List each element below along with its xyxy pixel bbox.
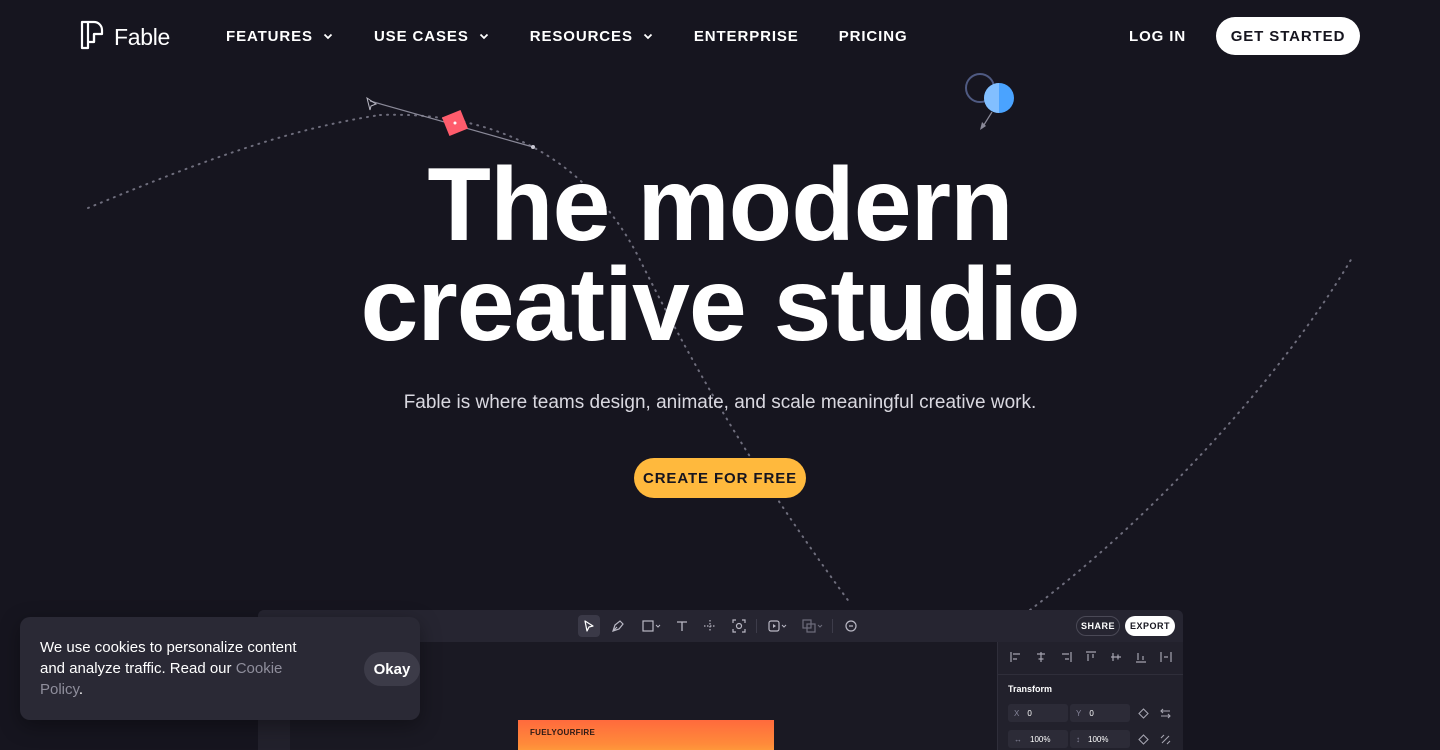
link-icon[interactable] bbox=[1158, 732, 1172, 746]
align-right-icon[interactable] bbox=[1058, 650, 1073, 664]
nav-use-cases[interactable]: USE CASES bbox=[374, 24, 490, 48]
chevron-down-icon bbox=[643, 33, 652, 40]
artboard-label: FUELYOURFIRE bbox=[530, 728, 596, 737]
brand-logo[interactable]: Fable bbox=[80, 20, 170, 55]
nav-enterprise[interactable]: ENTERPRISE bbox=[694, 24, 799, 48]
field-key: ↕ bbox=[1076, 734, 1080, 744]
export-button[interactable]: EXPORT bbox=[1125, 616, 1175, 636]
position-x-field[interactable]: X 0 bbox=[1008, 704, 1068, 722]
position-y-field[interactable]: Y 0 bbox=[1070, 704, 1130, 722]
nav-pricing-label: PRICING bbox=[838, 27, 908, 45]
properties-panel: Transform X 0 Y 0 ↔ 100% ↕ 100% bbox=[997, 642, 1183, 750]
get-started-button[interactable]: GET STARTED bbox=[1216, 17, 1360, 55]
hero-title-line-1: The modern bbox=[427, 147, 1013, 263]
nav-pricing[interactable]: PRICING bbox=[839, 24, 908, 48]
pen-icon[interactable] bbox=[607, 615, 629, 637]
play-icon[interactable] bbox=[764, 615, 792, 637]
coral-diamond-shape bbox=[441, 109, 469, 137]
hero-title: The modern creative studio bbox=[0, 147, 1440, 363]
toolbar-divider bbox=[832, 619, 833, 633]
scale-y-field[interactable]: ↕ 100% bbox=[1070, 730, 1130, 748]
panel-divider bbox=[998, 674, 1183, 675]
align-tools bbox=[1008, 650, 1173, 664]
field-key: X bbox=[1014, 708, 1020, 718]
move-icon[interactable] bbox=[699, 615, 721, 637]
align-top-icon[interactable] bbox=[1083, 650, 1098, 664]
share-button[interactable]: SHARE bbox=[1076, 616, 1120, 636]
nav-enterprise-label: ENTERPRISE bbox=[693, 27, 799, 45]
align-center-icon[interactable] bbox=[1033, 650, 1048, 664]
cookie-message: We use cookies to personalize content an… bbox=[40, 637, 320, 700]
nav-features-label: FEATURES bbox=[226, 27, 313, 45]
rotate-icon[interactable] bbox=[1136, 706, 1150, 720]
transform-section-title: Transform bbox=[1008, 684, 1053, 694]
field-key: Y bbox=[1076, 708, 1082, 718]
field-key: ↔ bbox=[1014, 734, 1022, 744]
site-header: Fable FEATURES USE CASES RESOURCES ENTER… bbox=[0, 0, 1440, 72]
field-value: 0 bbox=[1027, 708, 1032, 718]
field-value: 0 bbox=[1089, 708, 1094, 718]
fable-logo-icon bbox=[80, 20, 104, 55]
distribute-icon[interactable] bbox=[1158, 650, 1173, 664]
nav-features[interactable]: FEATURES bbox=[226, 24, 334, 48]
nav-resources-label: RESOURCES bbox=[529, 27, 633, 45]
text-icon[interactable] bbox=[671, 615, 693, 637]
log-in-link[interactable]: LOG IN bbox=[1129, 24, 1186, 48]
flip-icon[interactable] bbox=[1158, 706, 1172, 720]
artboard-preview[interactable]: FUELYOURFIRE bbox=[518, 720, 774, 750]
shapes-icon[interactable] bbox=[798, 615, 828, 637]
rectangle-icon[interactable] bbox=[636, 615, 666, 637]
select-cursor-icon[interactable] bbox=[578, 615, 600, 637]
nav-use-cases-label: USE CASES bbox=[373, 27, 469, 45]
align-middle-icon[interactable] bbox=[1108, 650, 1123, 664]
toolbar-divider bbox=[756, 619, 757, 633]
main-nav: FEATURES USE CASES RESOURCES ENTERPRISE … bbox=[226, 24, 948, 48]
focus-icon[interactable] bbox=[728, 615, 750, 637]
hero-subtitle: Fable is where teams design, animate, an… bbox=[403, 392, 1037, 413]
hero-title-line-2: creative studio bbox=[360, 247, 1080, 363]
nav-resources[interactable]: RESOURCES bbox=[530, 24, 654, 48]
scale-x-field[interactable]: ↔ 100% bbox=[1008, 730, 1068, 748]
align-left-icon[interactable] bbox=[1008, 650, 1023, 664]
comment-icon[interactable] bbox=[840, 615, 862, 637]
chevron-down-icon bbox=[479, 33, 488, 40]
field-value: 100% bbox=[1030, 734, 1051, 744]
cookie-banner: We use cookies to personalize content an… bbox=[20, 617, 420, 720]
keyframe-icon[interactable] bbox=[1136, 732, 1150, 746]
okay-button[interactable]: Okay bbox=[364, 652, 420, 686]
create-for-free-button[interactable]: CREATE FOR FREE bbox=[634, 458, 806, 498]
chevron-down-icon bbox=[323, 33, 333, 40]
field-value: 100% bbox=[1088, 734, 1109, 744]
cookie-message-suffix: . bbox=[78, 681, 84, 698]
blue-circle-handle bbox=[965, 73, 1014, 130]
brand-name: Fable bbox=[114, 24, 171, 50]
align-bottom-icon[interactable] bbox=[1133, 650, 1148, 664]
